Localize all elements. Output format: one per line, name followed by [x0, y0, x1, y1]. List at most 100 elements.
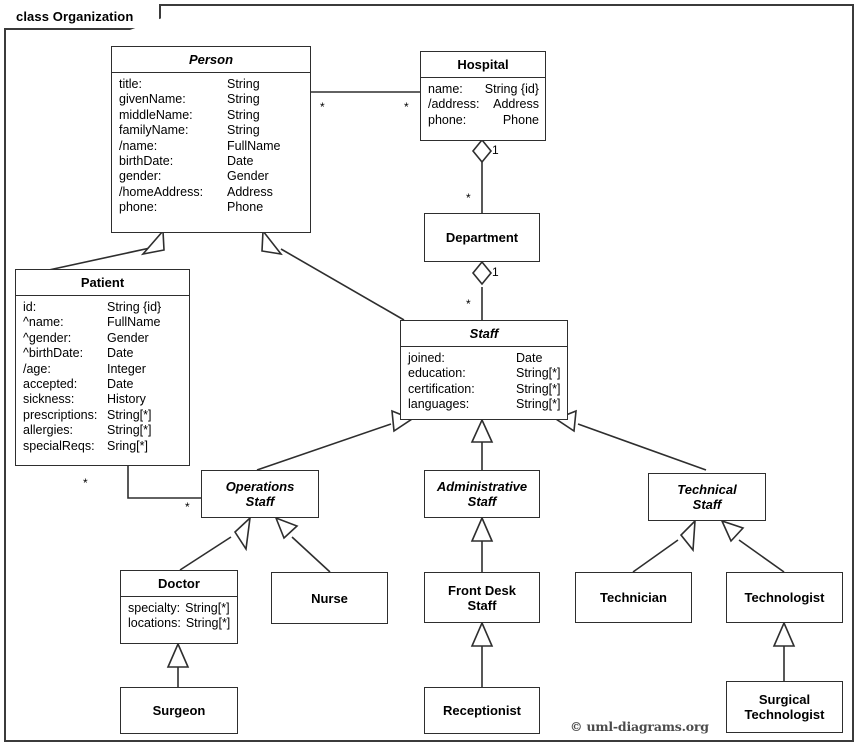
multiplicity-hospital-department-part: * [466, 191, 471, 205]
attribute-type: Date [516, 351, 543, 365]
class-box-technician[interactable]: Technician [575, 572, 692, 623]
class-box-patient[interactable]: Patient id: String {id} ^name: FullName ^g… [15, 269, 190, 466]
attribute-type: String[*] [516, 397, 561, 412]
attribute-name: middleName: [119, 107, 193, 122]
attribute-name: ^birthDate: [23, 346, 84, 361]
class-name-department: Department [445, 230, 519, 245]
attribute-type: Sring[*] [107, 438, 148, 453]
attribute-name: languages: [408, 397, 470, 412]
attribute-row: familyName: String [112, 123, 310, 138]
attribute-name: givenName: [119, 92, 186, 107]
attribute-name: education: [408, 366, 466, 381]
attribute-row: givenName: String [112, 92, 310, 107]
attribute-row: title: String [112, 77, 310, 92]
attribute-name: joined: [408, 351, 445, 365]
attribute-row: phone: Phone [112, 200, 310, 215]
attribute-row: name: String {id} [421, 82, 545, 97]
class-name-nurse: Nurse [311, 590, 348, 606]
attribute-type: Integer [107, 361, 146, 376]
class-name-technical-staff: Technical Staff [677, 482, 737, 512]
class-name-receptionist: Receptionist [442, 703, 521, 718]
attribute-name: familyName: [119, 123, 189, 138]
attribute-type: Date [107, 346, 134, 361]
attribute-row: birthDate: Date [112, 154, 310, 169]
attribute-type: Phone [502, 112, 539, 127]
diagram-frame-tab: class Organization [4, 4, 162, 30]
attribute-type: String[*] [516, 366, 561, 381]
class-box-hospital[interactable]: Hospital name: String {id} /address: Addre… [420, 51, 546, 141]
attribute-type: Phone [227, 200, 264, 215]
attribute-type: History [107, 392, 146, 407]
class-name-surgeon: Surgeon [152, 703, 206, 718]
attribute-row: locations: String[*] [121, 616, 237, 631]
class-box-administrative-staff[interactable]: Administrative Staff [424, 470, 540, 518]
attribute-row: prescriptions: String[*] [16, 408, 189, 423]
attribute-type: FullName [107, 315, 161, 330]
multiplicity-patient-operations-target: * [185, 500, 190, 514]
class-attributes-patient: id: String {id} ^name: FullName ^gender: Ge… [16, 296, 189, 465]
class-name-patient: Patient [16, 270, 189, 296]
class-name-person: Person [112, 47, 310, 73]
attribute-row: languages: String[*] [401, 397, 567, 412]
class-box-staff[interactable]: Staff joined: Date education: String[*] ce… [400, 320, 568, 420]
class-name-technician: Technician [600, 590, 667, 605]
attribute-name: id: [23, 300, 37, 314]
attribute-row: accepted: Date [16, 377, 189, 392]
attribute-row: sickness: History [16, 392, 189, 407]
class-box-front-desk-staff[interactable]: Front Desk Staff [424, 572, 540, 623]
attribute-type: String [227, 92, 260, 107]
attribute-row: middleName: String [112, 108, 310, 123]
attribute-row: /name: FullName [112, 139, 310, 154]
multiplicity-department-staff-whole: 1 [492, 265, 499, 279]
class-box-person[interactable]: Person title: String givenName: String mid… [111, 46, 311, 233]
class-name-technologist: Technologist [744, 590, 825, 605]
multiplicity-hospital-department-whole: 1 [492, 143, 499, 157]
attribute-name: birthDate: [119, 154, 174, 169]
attribute-row: gender: Gender [112, 169, 310, 184]
attribute-name: gender: [119, 169, 162, 184]
attribute-type: Gender [227, 169, 269, 184]
class-box-nurse[interactable]: Nurse [271, 572, 388, 624]
attribute-row: specialty: String[*] [121, 601, 237, 616]
attribute-name: phone: [428, 112, 467, 127]
class-box-doctor[interactable]: Doctor specialty: String[*] locations: Str… [120, 570, 238, 644]
attribute-name: ^name: [23, 315, 64, 330]
attribute-type: String {id} [107, 300, 162, 314]
attribute-name: specialty: [128, 601, 181, 615]
attribute-type: FullName [227, 138, 281, 153]
class-name-administrative-staff: Administrative Staff [436, 479, 528, 509]
attribute-type: String [227, 107, 260, 122]
class-name-staff: Staff [401, 321, 567, 347]
attribute-row: phone: Phone [421, 113, 545, 128]
multiplicity-person-hospital-target: * [404, 100, 409, 114]
attribute-type: String[*] [185, 616, 231, 631]
attribute-name: locations: [128, 616, 181, 631]
class-box-department[interactable]: Department [424, 213, 540, 262]
diagram-frame-label: class Organization [16, 8, 134, 24]
attribute-type: String[*] [107, 423, 152, 438]
attribute-row: education: String[*] [401, 366, 567, 381]
class-box-technologist[interactable]: Technologist [726, 572, 843, 623]
class-name-operations-staff: Operations Staff [225, 479, 295, 509]
attribute-name: specialReqs: [23, 438, 95, 453]
attribute-row: /homeAddress: Address [112, 185, 310, 200]
class-attributes-person: title: String givenName: String middleName… [112, 73, 310, 232]
attribute-name: ^gender: [23, 330, 72, 345]
attribute-row: specialReqs: Sring[*] [16, 439, 189, 454]
attribute-type: String [227, 123, 260, 138]
attribute-name: /age: [23, 361, 51, 376]
class-box-surgeon[interactable]: Surgeon [120, 687, 238, 734]
class-box-surgical-technologist[interactable]: Surgical Technologist [726, 681, 843, 733]
multiplicity-person-hospital-source: * [320, 100, 325, 114]
attribute-row: certification: String[*] [401, 382, 567, 397]
attribute-row: id: String {id} [16, 300, 189, 315]
attribute-type: String[*] [107, 407, 152, 422]
attribute-type: String[*] [185, 601, 230, 615]
class-box-technical-staff[interactable]: Technical Staff [648, 473, 766, 521]
class-attributes-hospital: name: String {id} /address: Address phone:… [421, 78, 545, 140]
attribute-type: String {id} [484, 82, 539, 96]
class-box-operations-staff[interactable]: Operations Staff [201, 470, 319, 518]
attribute-name: /address: [428, 97, 480, 112]
class-box-receptionist[interactable]: Receptionist [424, 687, 540, 734]
attribute-row: ^name: FullName [16, 315, 189, 330]
